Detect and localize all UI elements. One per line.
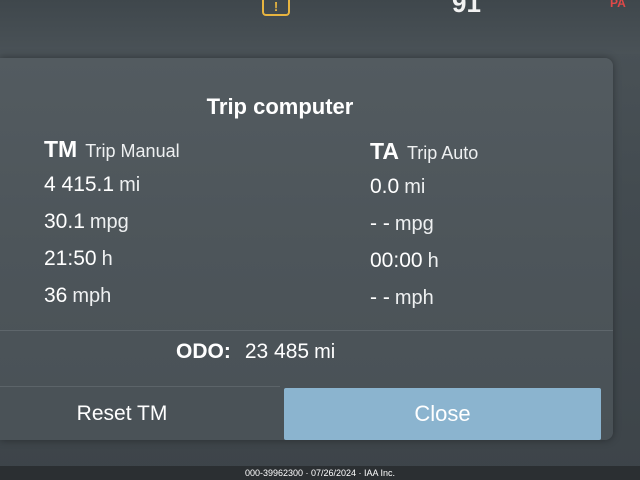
trip-auto-economy-unit: mpg bbox=[394, 213, 434, 235]
trip-auto-speed: - - mph bbox=[370, 286, 434, 310]
watermark-footer: 000-39962300 · 07/26/2024 · IAA Inc. bbox=[0, 466, 640, 480]
trip-manual-economy-value: 30.1 bbox=[44, 210, 85, 233]
trip-manual-abbr: TM bbox=[44, 136, 78, 162]
reset-tm-button[interactable]: Reset TM bbox=[0, 386, 280, 440]
status-bar: ! 91 PA bbox=[0, 0, 640, 54]
trip-manual-time: 21:50 h bbox=[44, 247, 113, 271]
trip-auto-time-unit: h bbox=[427, 250, 439, 272]
trip-auto-distance-value: 0.0 bbox=[370, 175, 400, 198]
trip-auto-economy: - - mpg bbox=[370, 212, 434, 236]
trip-manual-distance-unit: mi bbox=[119, 174, 141, 196]
odometer-divider bbox=[0, 330, 613, 331]
trip-auto-distance: 0.0 mi bbox=[370, 175, 425, 199]
odometer-unit: mi bbox=[314, 341, 336, 363]
trip-auto-abbr: TA bbox=[370, 138, 399, 164]
trip-auto-economy-value: - - bbox=[370, 212, 390, 235]
trip-manual-name: Trip Manual bbox=[85, 141, 180, 161]
odometer: ODO: 23 485 mi bbox=[176, 340, 335, 364]
trip-manual-time-unit: h bbox=[101, 248, 113, 270]
trip-manual-speed: 36 mph bbox=[44, 284, 111, 308]
odometer-value: 23 485 bbox=[244, 340, 310, 363]
trip-manual-speed-value: 36 bbox=[44, 284, 68, 307]
trip-manual-time-value: 21:50 bbox=[44, 247, 97, 270]
trip-auto-time-value: 00:00 bbox=[370, 249, 423, 272]
gear-indicator-fragment: PA bbox=[610, 0, 626, 10]
trip-auto-speed-value: - - bbox=[370, 286, 390, 309]
trip-computer-dialog: Trip computer TM Trip Manual 4 415.1 mi 30… bbox=[0, 58, 613, 440]
odometer-label: ODO: bbox=[176, 340, 231, 363]
close-button[interactable]: Close bbox=[284, 388, 601, 440]
trip-auto-distance-unit: mi bbox=[404, 176, 426, 198]
trip-manual-distance: 4 415.1 mi bbox=[44, 173, 140, 197]
trip-manual-economy-unit: mpg bbox=[89, 211, 129, 233]
trip-auto-time: 00:00 h bbox=[370, 249, 439, 273]
trip-manual-economy: 30.1 mpg bbox=[44, 210, 129, 234]
trip-manual-distance-value: 4 415.1 bbox=[44, 173, 115, 196]
warning-icon: ! bbox=[262, 0, 290, 16]
trip-auto-name: Trip Auto bbox=[406, 143, 479, 163]
dialog-title: Trip computer bbox=[206, 94, 354, 119]
trip-manual-speed-unit: mph bbox=[72, 285, 112, 307]
trip-auto-header: TA Trip Auto bbox=[370, 138, 478, 165]
trip-manual-header: TM Trip Manual bbox=[44, 136, 180, 163]
trip-auto-speed-unit: mph bbox=[394, 287, 434, 309]
temperature-readout: 91 bbox=[452, 0, 481, 18]
trip-computer-screen: ! 91 PA Trip computer TM Trip Manual 4 41… bbox=[0, 0, 640, 480]
